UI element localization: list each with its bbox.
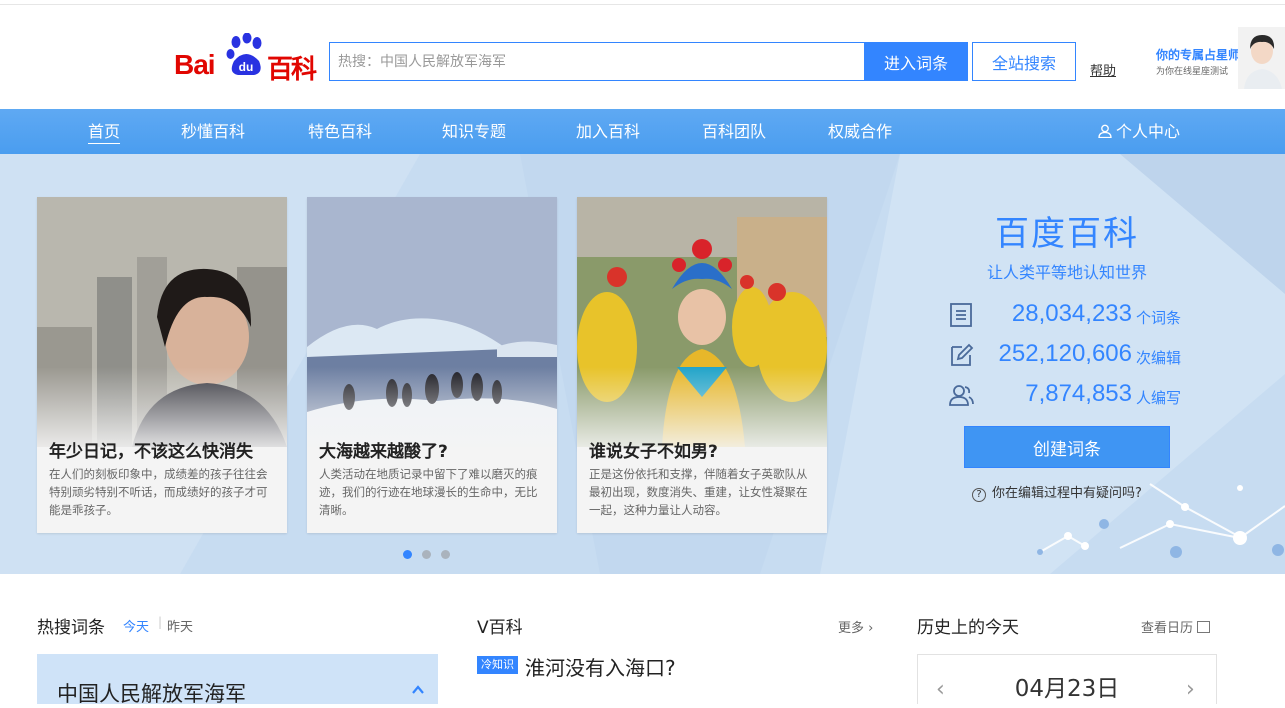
logo-du-text: du [239,60,254,74]
stat-entries: 28,034,233 个词条 [948,300,1198,330]
brand-title: 百度百科 [995,214,1139,254]
next-day-icon[interactable]: › [1186,677,1195,702]
hot-top-item[interactable]: 中国人民解放军海军 [37,654,438,706]
users-icon [949,385,974,406]
nav-miaodong[interactable]: 秒懂百科 [181,109,245,154]
hot-search-title: 热搜词条 [37,618,105,638]
logo-bai-text: Bai [174,49,216,80]
history-title: 历史上的今天 [917,618,1019,638]
nav-home[interactable]: 首页 [88,109,120,154]
hot-tab-today[interactable]: 今天 [123,616,149,635]
site-search-button[interactable]: 全站搜索 [972,42,1076,81]
astrologer-promo[interactable]: 你的专属占星师 为你在线星座测试 [1150,27,1285,89]
card-2-title: 大海越来越酸了? [319,442,448,462]
main-nav: 首页 秒懂百科 特色百科 知识专题 加入百科 百科团队 权威合作 个人中心 [0,109,1285,154]
edit-faq-link[interactable]: ? 你在编辑过程中有疑问吗? [972,482,1142,502]
nav-join[interactable]: 加入百科 [576,109,640,154]
hot-tab-separator: | [158,615,163,629]
question-icon: ? [972,488,986,502]
vbaike-headline[interactable]: 淮河没有入海口? [525,652,676,681]
stat-entries-unit: 个词条 [1136,309,1182,327]
stat-edits-value: 252,120,606 [998,340,1132,367]
nav-user-center[interactable]: 个人中心 [1098,109,1180,154]
baike-stats: 百度百科 让人类平等地认知世界 28,034,233 个词条 252,120,6… [944,154,1194,574]
nav-topics[interactable]: 知识专题 [442,109,506,154]
logo-baike-text: 百科 [267,55,317,85]
create-entry-button[interactable]: 创建词条 [964,426,1170,468]
user-icon [1098,124,1112,138]
calendar-icon [1197,621,1211,633]
edit-icon [951,343,974,366]
stat-edits: 252,120,606 次编辑 [948,340,1198,370]
carousel-card-3[interactable]: 谁说女子不如男? 正是这份依托和支撑，伴随着女子英歌队从最初出现，数度消失、重建… [577,197,827,533]
hero-section: 年少日记，不该这么快消失 在人们的刻板印象中，成绩差的孩子往往会特别顽劣特别不听… [0,154,1285,574]
hot-tab-yesterday[interactable]: 昨天 [167,616,193,635]
search-input[interactable] [330,43,865,80]
vbaike-title: V百科 [477,618,523,638]
view-calendar-link[interactable]: 查看日历 [1141,617,1211,636]
stat-editors: 7,874,853 人编写 [948,380,1198,410]
carousel-dot-3[interactable] [441,550,450,559]
vbaike-more-link[interactable]: 更多 › [838,617,873,636]
carousel-dot-2[interactable] [422,550,431,559]
promo-subtitle: 为你在线星座测试 [1156,67,1229,77]
hot-top-item-label: 中国人民解放军海军 [57,682,246,706]
stat-edits-unit: 次编辑 [1136,349,1182,367]
paw-logo-icon: du [226,33,262,75]
promo-avatar-icon [1238,27,1285,89]
promo-title: 你的专属占星师 [1156,48,1241,62]
history-calendar: ‹ 04月23日 › [917,654,1217,704]
brand-slogan: 让人类平等地认知世界 [986,263,1147,282]
nav-tese[interactable]: 特色百科 [308,109,372,154]
carousel-card-2[interactable]: 大海越来越酸了? 人类活动在地质记录中留下了难以磨灭的痕迹，我们的行迹在地球漫长… [307,197,557,533]
help-link[interactable]: 帮助 [1090,60,1116,79]
faq-label: 你在编辑过程中有疑问吗? [992,486,1142,501]
view-calendar-label: 查看日历 [1141,621,1194,636]
card-3-title: 谁说女子不如男? [589,442,718,462]
stat-entries-value: 28,034,233 [1011,300,1132,327]
nav-cooperation[interactable]: 权威合作 [828,109,892,154]
baidu-baike-logo[interactable]: Bai du 百科 [174,33,320,85]
nav-team[interactable]: 百科团队 [702,109,766,154]
history-date: 04月23日 [1014,676,1120,702]
search-box[interactable] [329,42,865,81]
user-center-label: 个人中心 [1116,122,1181,141]
carousel-card-1[interactable]: 年少日记，不该这么快消失 在人们的刻板印象中，成绩差的孩子往往会特别顽劣特别不听… [37,197,287,533]
card-3-desc: 正是这份依托和支撑，伴随着女子英歌队从最初出现，数度消失、重建，让女性凝聚在一起… [589,467,808,517]
carousel-dot-1[interactable] [403,550,412,559]
stat-editors-unit: 人编写 [1136,389,1182,407]
vbaike-more-label: 更多 [838,621,865,636]
card-1-title: 年少日记，不该这么快消失 [49,442,253,462]
vbaike-tag: 冷知识 [477,656,518,674]
chevron-right-icon: › [868,621,874,636]
header: Bai du 百科 进入词条 全站搜索 帮助 你的专属占星师 为你在线星座测试 [0,5,1285,108]
card-2-desc: 人类活动在地质记录中留下了难以磨灭的痕迹，我们的行迹在地球漫长的生命中，无比清晰… [319,467,538,517]
document-icon [950,303,972,327]
enter-entry-button[interactable]: 进入词条 [864,42,968,81]
card-1-desc: 在人们的刻板印象中，成绩差的孩子往往会特别顽劣特别不听话，而成绩好的孩子才可能是… [49,467,268,517]
stat-editors-value: 7,874,853 [1025,380,1132,407]
